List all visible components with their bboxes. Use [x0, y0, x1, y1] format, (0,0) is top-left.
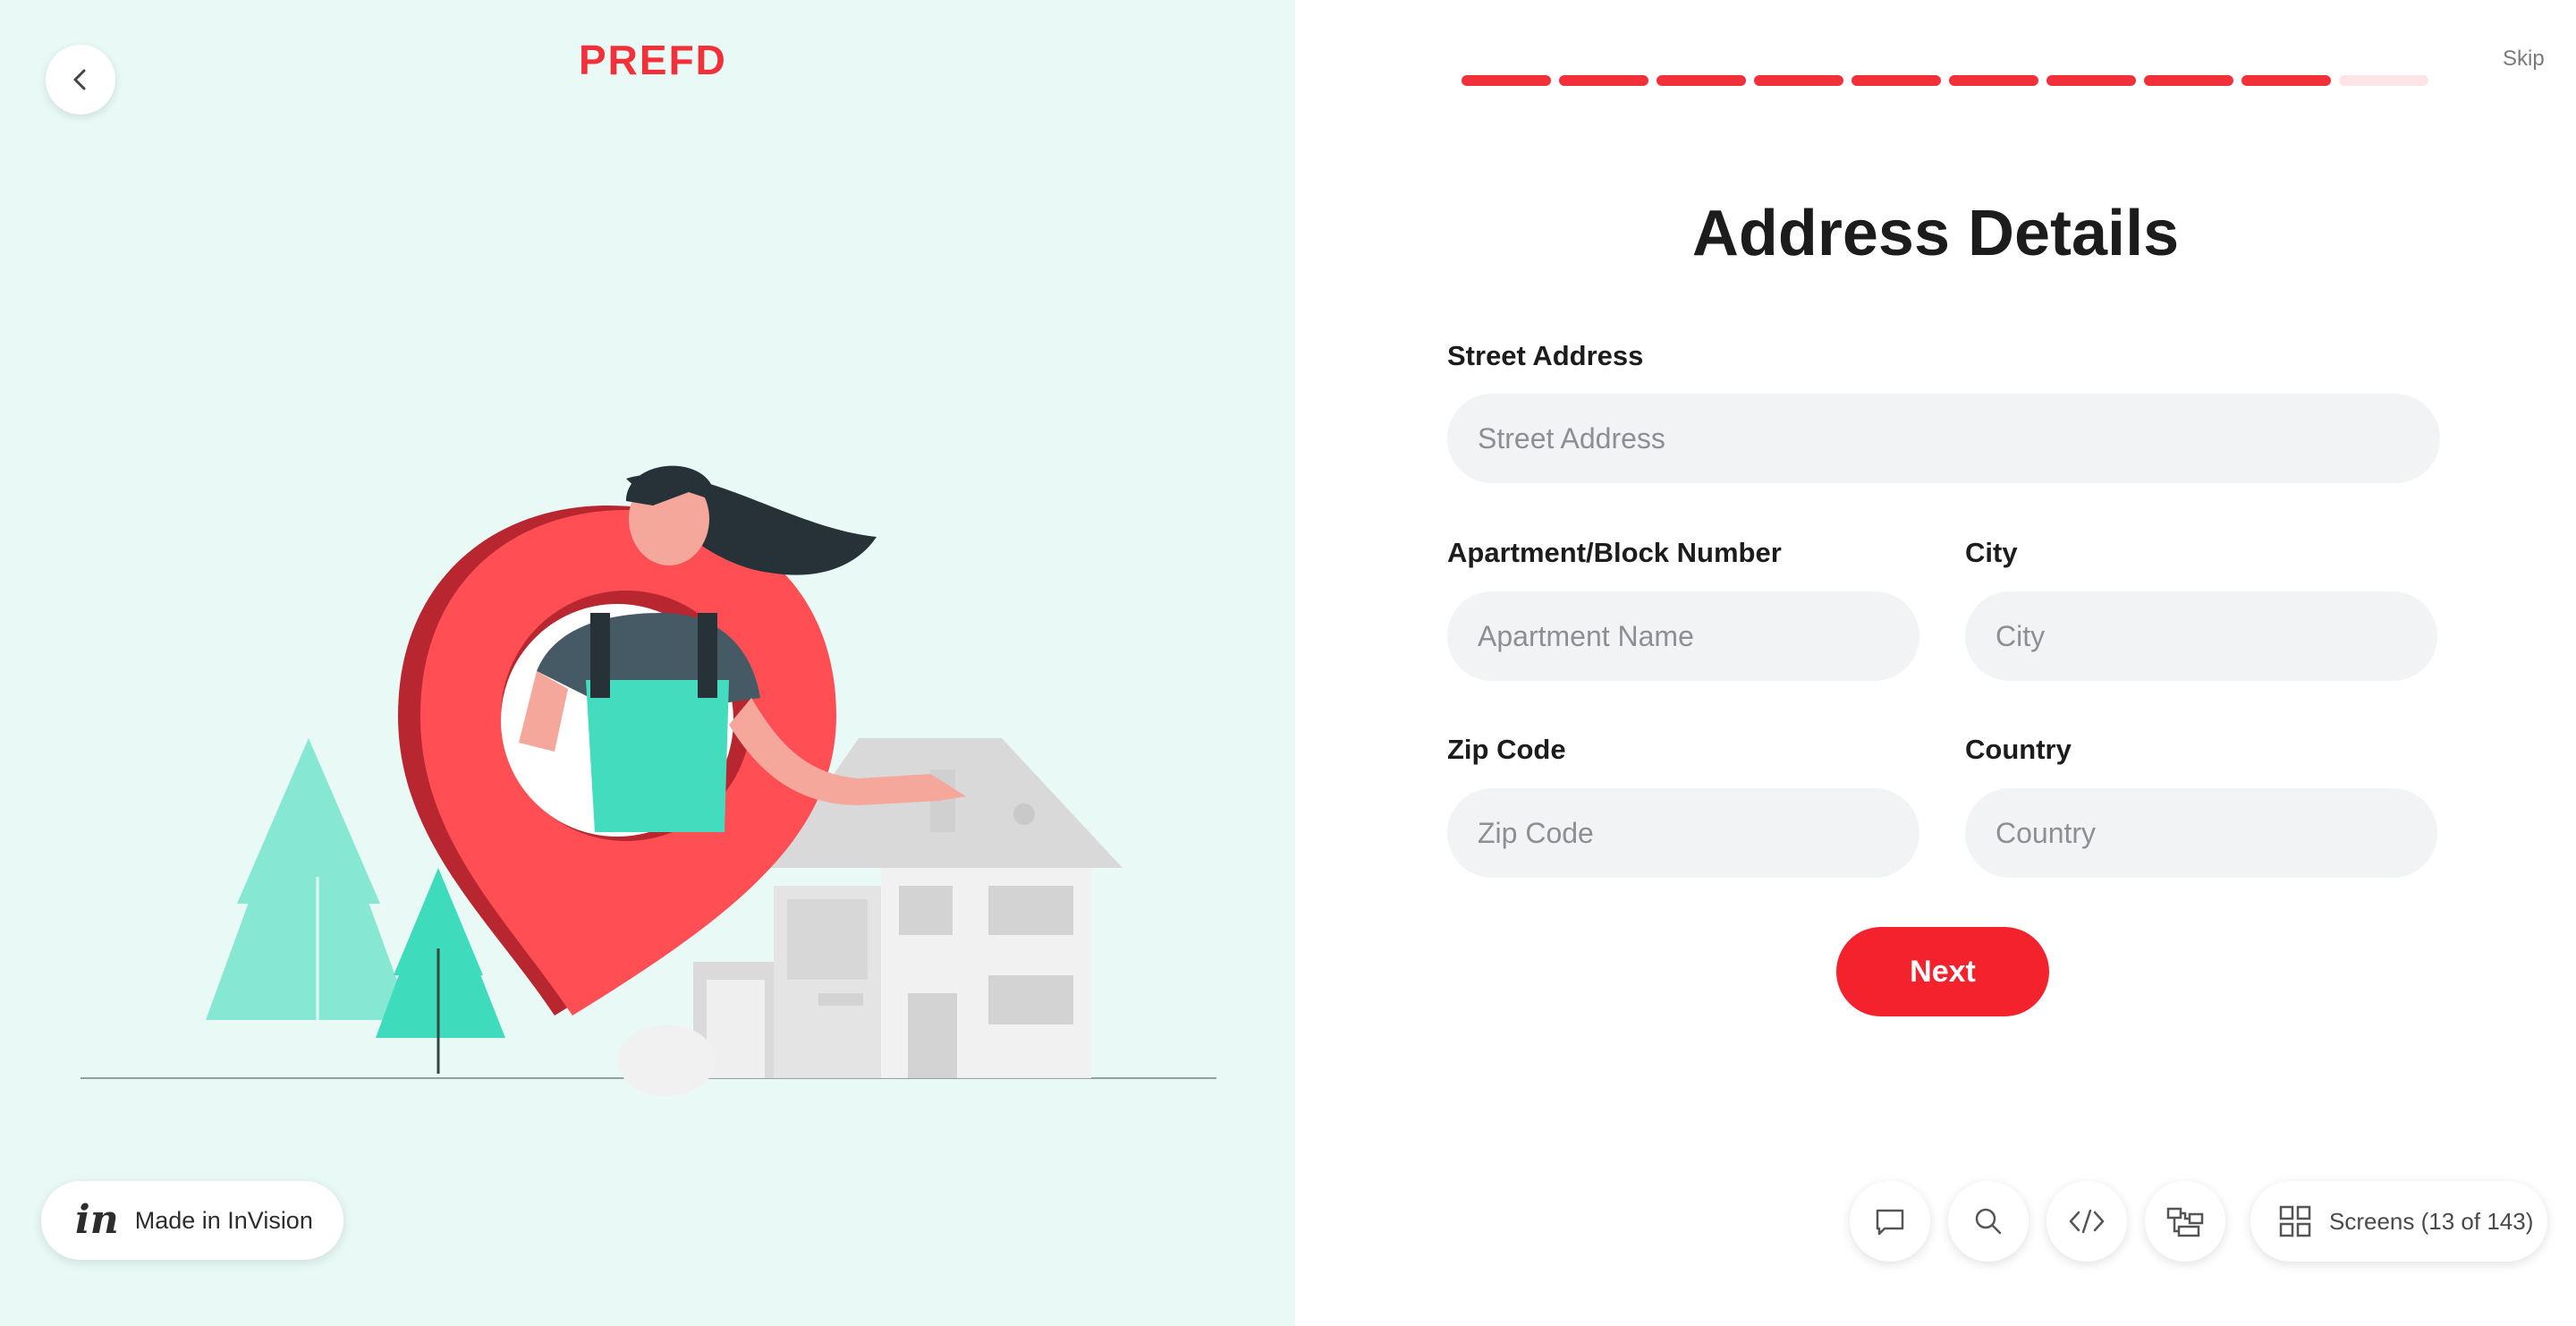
search-icon [1975, 1208, 2002, 1235]
screens-grid-icon [2279, 1205, 2311, 1237]
chevron-left-icon [73, 69, 86, 90]
screens-label: Screens (13 of 143) [2329, 1207, 2534, 1235]
city-input[interactable] [1965, 591, 2437, 681]
progress-step [2339, 75, 2428, 86]
street-address-label: Street Address [1447, 340, 1644, 371]
search-button[interactable] [1948, 1181, 2029, 1262]
progress-step [2144, 75, 2233, 86]
street-address-input[interactable] [1447, 394, 2440, 483]
apartment-input[interactable] [1447, 591, 1919, 681]
page-title: Address Details [1691, 198, 2180, 269]
progress-step [1754, 75, 1843, 86]
country-label: Country [1965, 734, 2072, 765]
made-in-invision-badge[interactable]: in Made in InVision [41, 1181, 343, 1260]
next-button[interactable]: Next [1836, 927, 2049, 1016]
flow-icon [2166, 1207, 2204, 1237]
flow-map-button[interactable] [2145, 1181, 2225, 1262]
illustration-panel: PREFD in Made in InVision [0, 0, 1295, 1326]
apartment-label: Apartment/Block Number [1447, 537, 1782, 568]
made-in-label: Made in InVision [134, 1206, 313, 1234]
location-pin-illustration [80, 465, 1216, 1096]
zip-code-label: Zip Code [1447, 734, 1566, 765]
zip-code-input[interactable] [1447, 788, 1919, 878]
comments-button[interactable] [1850, 1181, 1930, 1262]
screens-button[interactable]: Screens (13 of 143) [2250, 1181, 2547, 1262]
progress-step [1559, 75, 1648, 86]
brand-logo: PREFD [579, 37, 727, 83]
code-icon [2069, 1209, 2105, 1234]
city-label: City [1965, 537, 2018, 568]
progress-step [1949, 75, 2038, 86]
progress-step [1657, 75, 1746, 86]
progress-bar [1462, 75, 2428, 86]
progress-step [1852, 75, 1941, 86]
back-button[interactable] [46, 45, 115, 115]
inspect-code-button[interactable] [2046, 1181, 2127, 1262]
comment-icon [1876, 1209, 1904, 1236]
invision-logo-icon: in [75, 1197, 119, 1243]
progress-step [2241, 75, 2331, 86]
progress-step [2046, 75, 2136, 86]
skip-link[interactable]: Skip [2503, 47, 2545, 72]
country-input[interactable] [1965, 788, 2437, 878]
progress-step [1462, 75, 1551, 86]
